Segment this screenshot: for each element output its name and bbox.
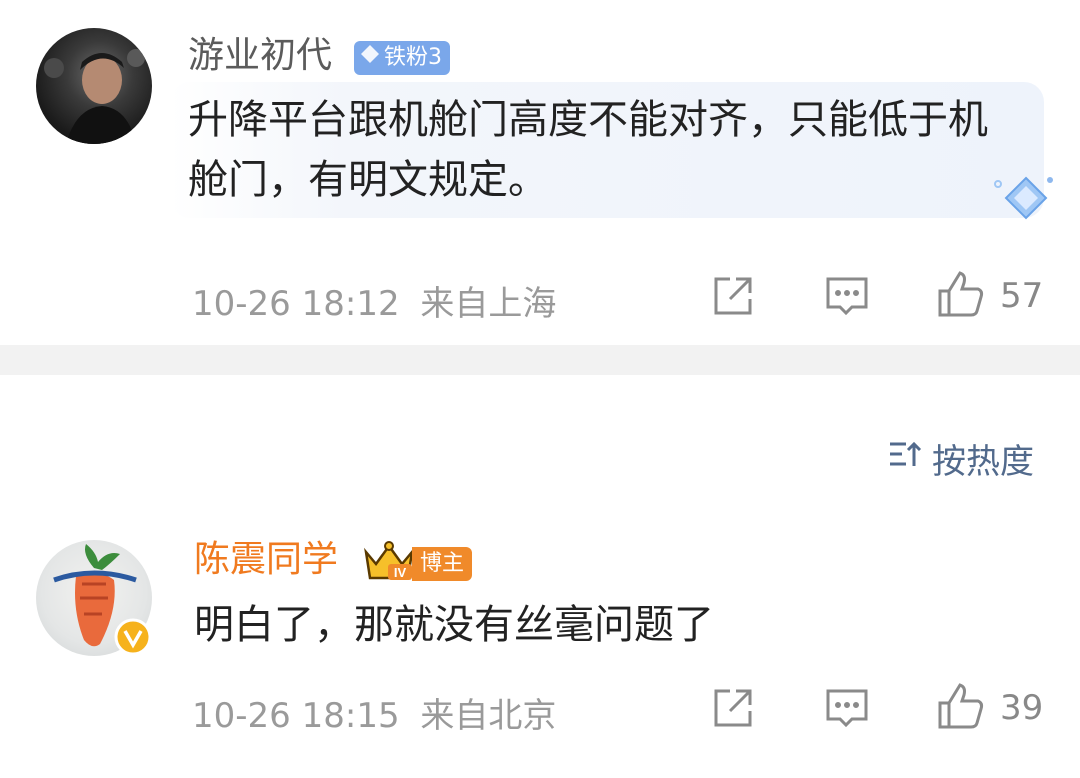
comment-item: 陈震同学 IV 博主 明白了，那就没有丝毫问题了 10-26 18:15 来自北…: [0, 520, 1080, 778]
share-button[interactable]: [710, 685, 756, 735]
comment-item: 游业初代 铁粉3 升降平台跟机舱门高度不能对齐，只能低于机舱门，有明文规定。 1…: [0, 0, 1080, 345]
blogger-badge: 博主: [412, 547, 473, 581]
svg-text:IV: IV: [394, 565, 407, 580]
comment-icon: [824, 277, 870, 323]
comment-meta: 10-26 18:15 来自北京: [192, 688, 556, 737]
location: 来自上海: [420, 284, 557, 324]
location: 来自北京: [420, 696, 557, 736]
sort-label: 按热度: [932, 442, 1034, 482]
thumbs-up-icon: [936, 269, 986, 323]
avatar[interactable]: [36, 28, 152, 144]
section-divider: [0, 345, 1080, 375]
comment-meta: 10-26 18:12 来自上海: [192, 276, 556, 325]
thumbs-up-icon: [936, 681, 986, 735]
share-icon: [710, 277, 756, 323]
comment-text: 升降平台跟机舱门高度不能对齐，只能低于机舱门，有明文规定。: [188, 97, 988, 203]
reply-button[interactable]: [824, 685, 870, 735]
like-count: 57: [1000, 276, 1044, 316]
diamond-icon: [360, 41, 380, 75]
fan-badge: 铁粉3: [354, 41, 450, 75]
timestamp: 10-26 18:12: [192, 284, 400, 324]
like-button[interactable]: 39: [936, 681, 1043, 735]
timestamp: 10-26 18:15: [192, 696, 400, 736]
sort-toggle[interactable]: 按热度: [888, 434, 1034, 483]
avatar[interactable]: [36, 540, 152, 656]
crown-iv-icon: IV: [362, 540, 416, 588]
verified-v-icon: [114, 618, 152, 660]
like-count: 39: [1000, 688, 1044, 728]
comment-icon: [824, 689, 870, 735]
fan-badge-label: 铁粉3: [384, 45, 442, 70]
share-icon: [710, 689, 756, 735]
blogger-badge-group: IV 博主: [362, 540, 473, 588]
like-button[interactable]: 57: [936, 269, 1043, 323]
sort-icon: [888, 438, 924, 479]
share-button[interactable]: [710, 273, 756, 323]
comment-text: 明白了，那就没有丝毫问题了: [194, 602, 714, 648]
avatar-photo: [44, 49, 145, 144]
username[interactable]: 陈震同学: [194, 540, 338, 580]
username[interactable]: 游业初代: [188, 36, 332, 76]
reply-button[interactable]: [824, 273, 870, 323]
